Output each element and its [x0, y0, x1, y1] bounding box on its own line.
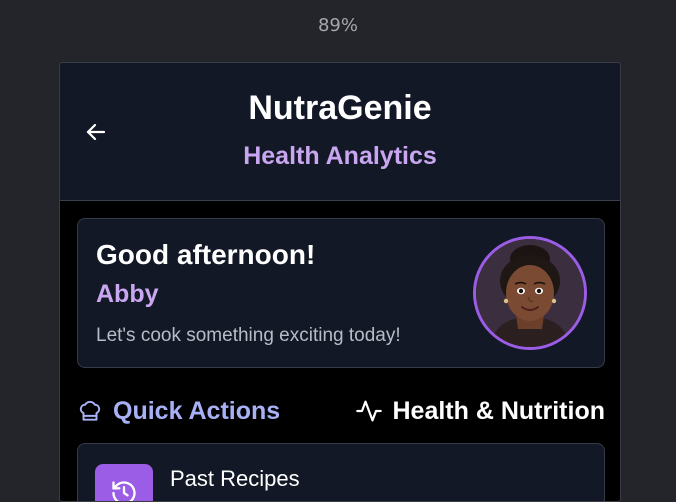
app-title: NutraGenie: [248, 89, 432, 127]
section-tabs: Quick Actions Health & Nutrition: [77, 393, 605, 429]
tab-quick-actions[interactable]: Quick Actions: [77, 393, 280, 429]
quick-actions-label: Quick Actions: [113, 396, 281, 425]
activity-icon: [355, 400, 382, 422]
user-avatar-icon: [476, 239, 584, 347]
chef-hat-icon: [79, 400, 101, 421]
history-icon: [112, 481, 136, 501]
greeting-text: Good afternoon!: [96, 239, 316, 270]
app-frame: NutraGenie Health Analytics Good afterno…: [59, 62, 621, 502]
app-subtitle: Health Analytics: [243, 142, 437, 170]
zoom-level: 89%: [317, 15, 358, 36]
action-past-recipes[interactable]: Past Recipes: [77, 443, 605, 501]
greeting-card: Good afternoon! Abby Let's cook somethin…: [77, 218, 605, 368]
tagline: Let's cook something exciting today!: [96, 325, 401, 346]
app-header: NutraGenie Health Analytics: [60, 63, 620, 201]
action-label: Past Recipes: [170, 466, 300, 491]
tab-health-nutrition[interactable]: Health & Nutrition: [355, 393, 606, 429]
action-icon-box: [95, 464, 153, 501]
health-nutrition-label: Health & Nutrition: [392, 396, 606, 425]
user-name: Abby: [96, 280, 159, 308]
avatar[interactable]: [473, 236, 587, 350]
